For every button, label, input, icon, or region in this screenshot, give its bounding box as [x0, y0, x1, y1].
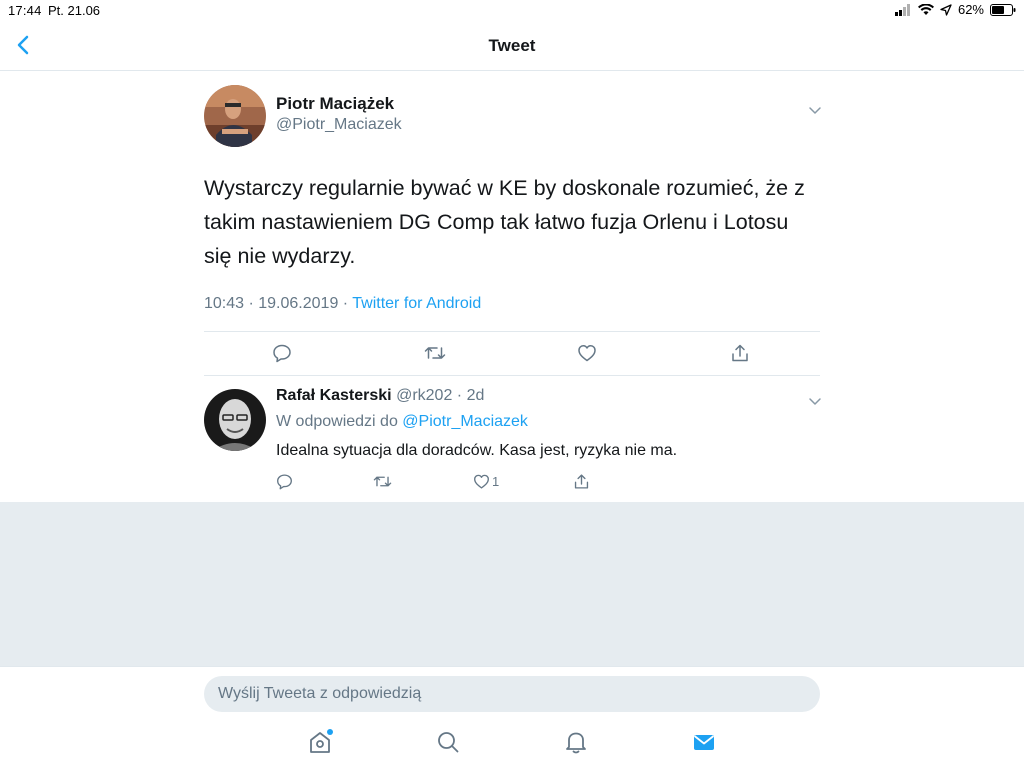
- battery-percent: 62%: [957, 2, 984, 17]
- heart-icon: [474, 474, 489, 489]
- like-button[interactable]: [577, 343, 597, 363]
- bell-icon: [566, 732, 586, 754]
- heart-icon: [578, 345, 596, 362]
- tab-notifications[interactable]: [563, 729, 589, 755]
- retweet-icon: [373, 476, 392, 487]
- tweet-actions: [204, 332, 820, 374]
- nav-bar: Tweet: [0, 20, 1024, 71]
- reply-author-avatar[interactable]: [204, 389, 266, 451]
- like-count: 1: [492, 474, 500, 489]
- reply-actions: 1: [276, 471, 696, 495]
- reply-button[interactable]: [272, 343, 292, 363]
- battery-icon: [990, 3, 1016, 16]
- reply-author-handle[interactable]: @rk202 · 2d: [396, 387, 484, 404]
- status-indicators: 62%: [894, 2, 1016, 17]
- chevron-down-icon: [809, 398, 821, 405]
- page-title: Tweet: [488, 36, 536, 55]
- tweet-text: Wystarczy regularnie bywać w KE by dosko…: [204, 171, 824, 273]
- tweet-text-line: takim nastawieniem DG Comp tak łatwo fuz…: [204, 210, 789, 234]
- tweet-meta: 10:43 · 19.06.2019 · Twitter for Android: [204, 295, 481, 313]
- retweet-button[interactable]: [424, 343, 446, 363]
- reply-like-button[interactable]: 1: [473, 473, 499, 490]
- tweet-menu-button[interactable]: [808, 102, 822, 114]
- tweet-timestamp: 10:43 · 19.06.2019 ·: [204, 295, 353, 312]
- tab-search[interactable]: [435, 729, 461, 755]
- reply-menu-button[interactable]: [808, 393, 822, 405]
- share-icon: [574, 474, 589, 489]
- status-date: Pt. 21.06: [48, 3, 101, 18]
- author-name[interactable]: Piotr Maciążek: [276, 94, 394, 114]
- retweet-icon: [424, 347, 446, 359]
- reply-icon: [273, 344, 291, 363]
- tweet-text-line: Wystarczy regularnie bywać w KE by dosko…: [204, 176, 805, 200]
- wifi-icon: [917, 3, 934, 15]
- status-time: 17:44: [8, 3, 42, 18]
- tab-messages[interactable]: [691, 729, 717, 755]
- reply-icon: [277, 474, 292, 490]
- reply-author-name[interactable]: Rafał Kasterski: [276, 387, 392, 404]
- signal-icon: [894, 3, 910, 16]
- new-content-dot: [327, 729, 333, 735]
- empty-area: [0, 502, 1024, 666]
- bottom-bar: [0, 666, 1024, 768]
- tweet-detail: Piotr Maciążek @Piotr_Maciazek Wystarczy…: [0, 71, 1024, 502]
- reply-compose-input[interactable]: [204, 676, 820, 712]
- share-button[interactable]: [730, 343, 750, 363]
- reply-reply-button[interactable]: [276, 473, 293, 490]
- author-handle[interactable]: @Piotr_Maciazek: [276, 116, 402, 134]
- reply-retweet-button[interactable]: [373, 473, 392, 490]
- divider: [204, 375, 820, 376]
- reply-header: Rafał Kasterski @rk202 · 2d: [276, 387, 484, 405]
- reply-share-button[interactable]: [573, 473, 590, 490]
- tweet-source-link[interactable]: Twitter for Android: [352, 295, 481, 312]
- mail-icon: [693, 735, 715, 750]
- location-icon: [940, 3, 952, 16]
- status-bar: 17:44 Pt. 21.06 62%: [0, 0, 1024, 20]
- reply-context-prefix: W odpowiedzi do: [276, 413, 403, 430]
- search-icon: [438, 732, 459, 753]
- chevron-down-icon: [809, 107, 821, 114]
- reply-mention-link[interactable]: @Piotr_Maciazek: [402, 413, 528, 430]
- share-icon: [732, 344, 748, 362]
- tab-home[interactable]: [307, 729, 333, 755]
- author-avatar[interactable]: [204, 85, 266, 147]
- reply-text: Idealna sytuacja dla doradców. Kasa jest…: [276, 442, 678, 459]
- reply-context: W odpowiedzi do @Piotr_Maciazek: [276, 413, 528, 431]
- tweet-text-line: się nie wydarzy.: [204, 244, 356, 268]
